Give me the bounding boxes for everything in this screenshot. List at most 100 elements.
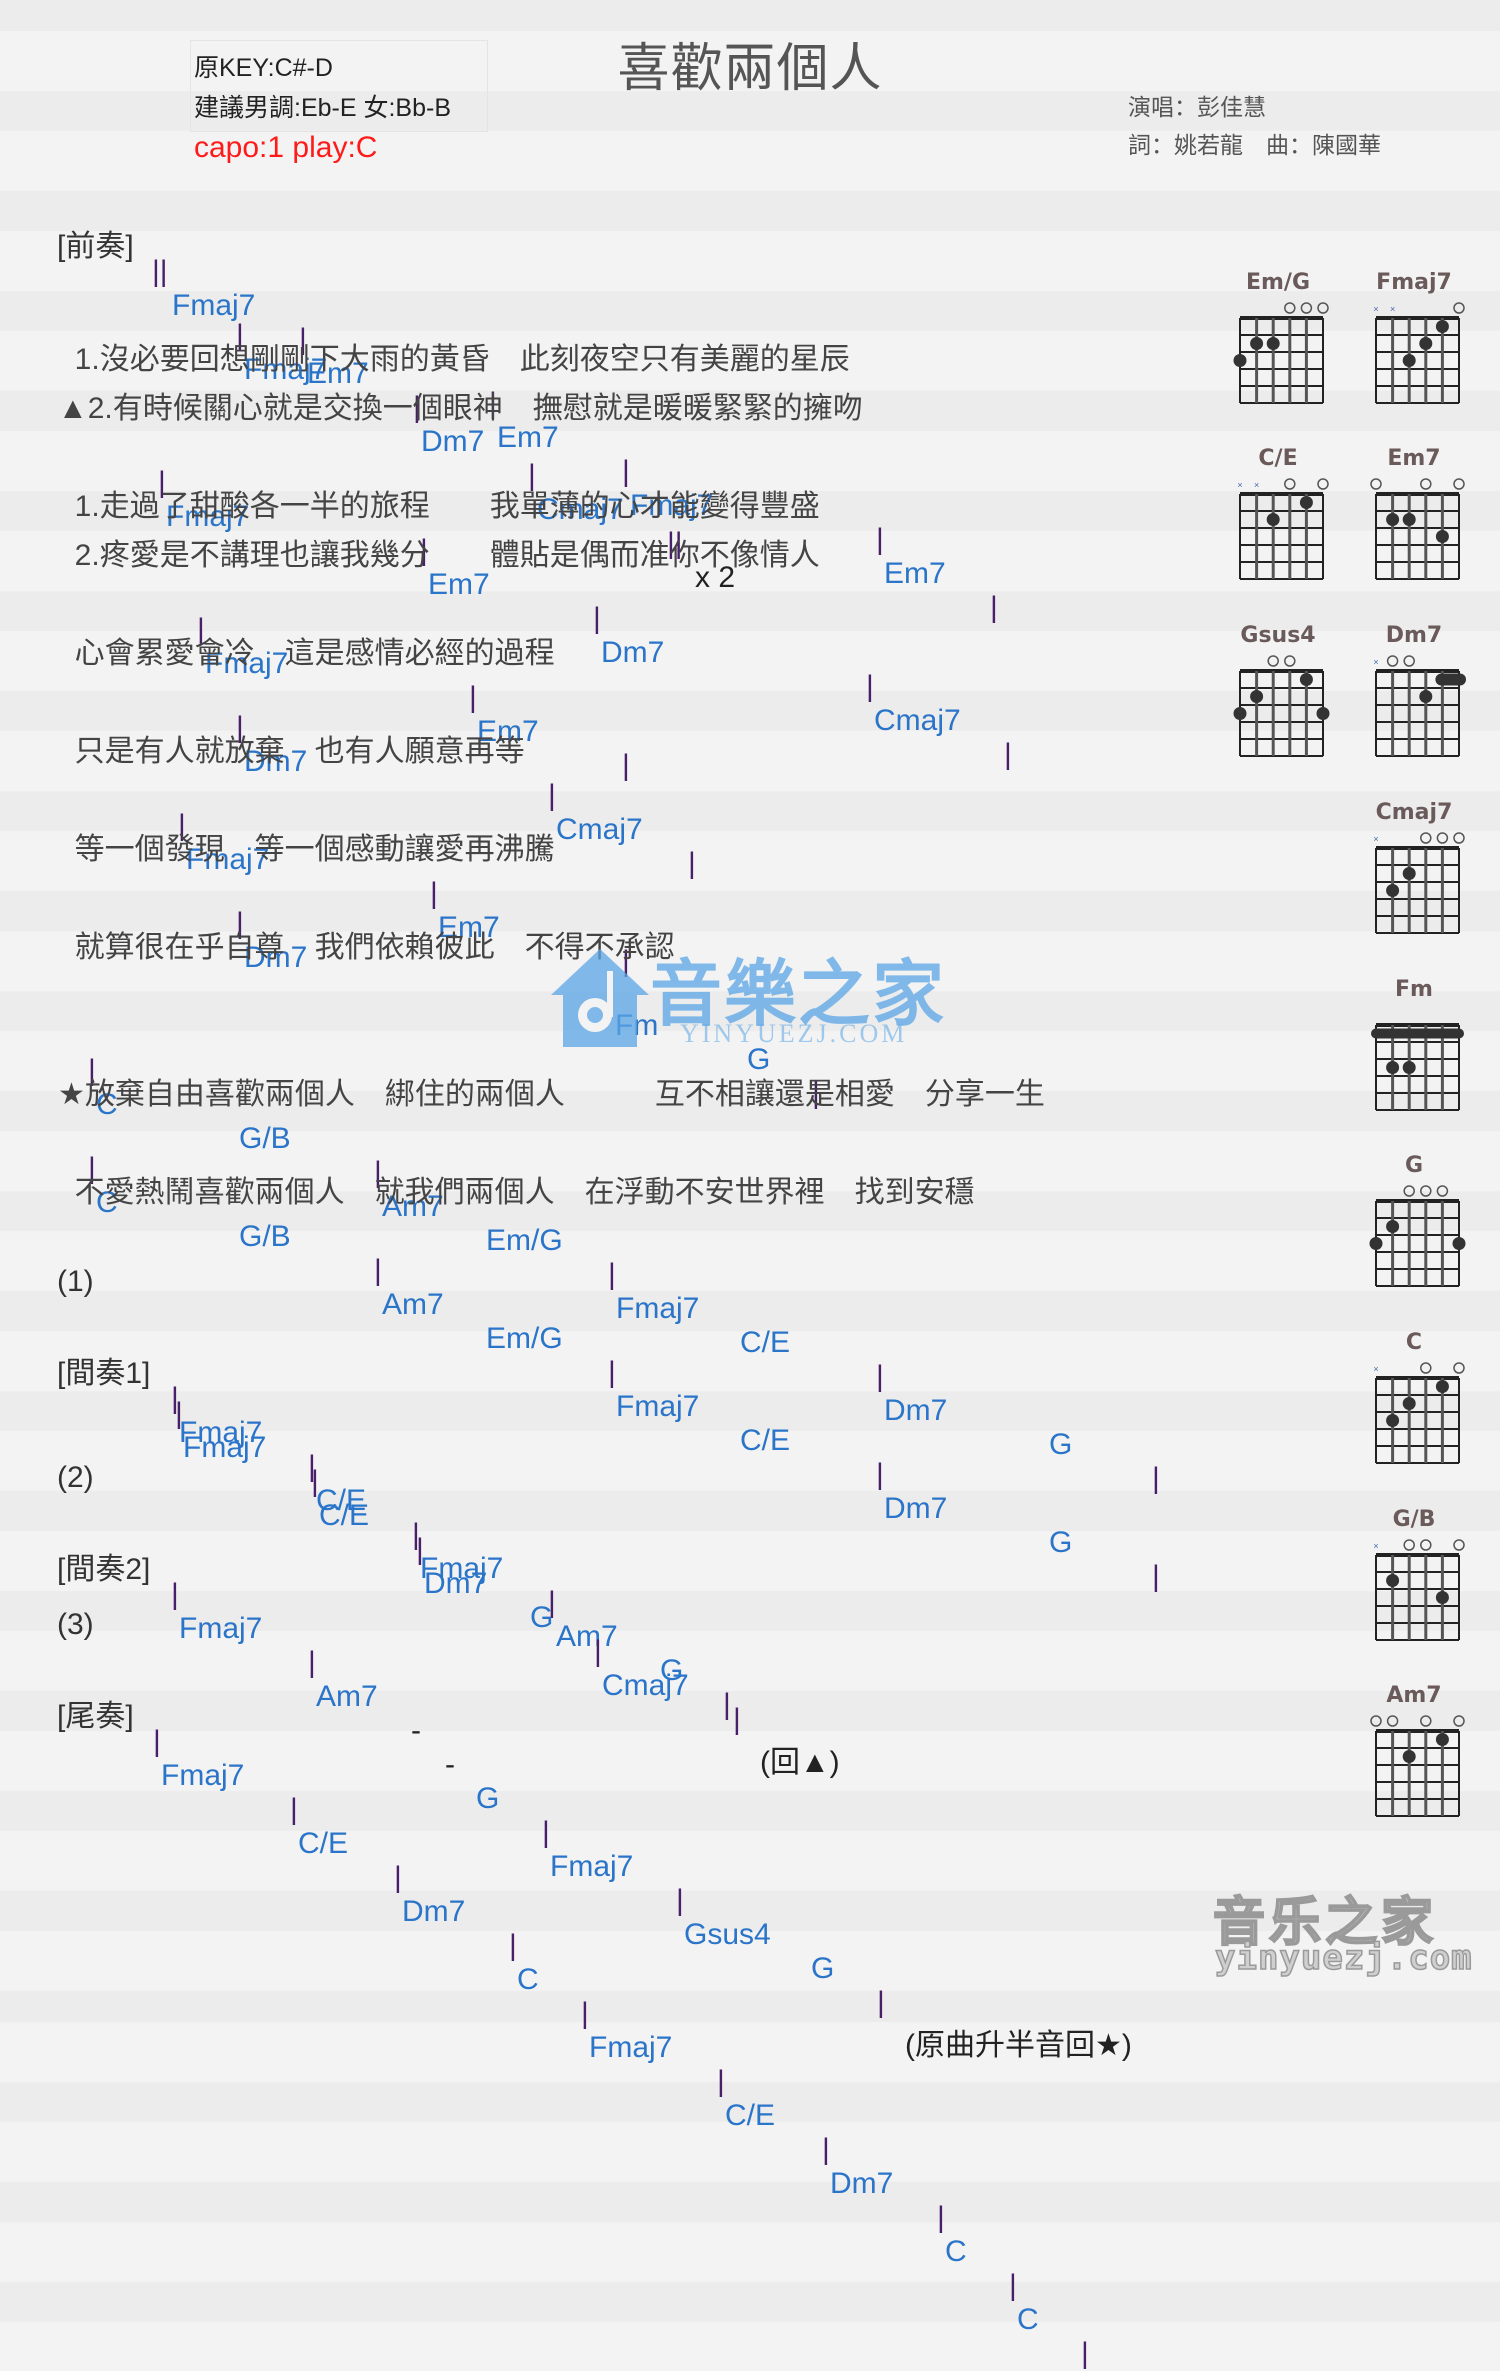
finger-dot bbox=[1386, 513, 1400, 526]
chord: Am7 bbox=[556, 1620, 618, 1653]
bar-line: | bbox=[469, 681, 477, 714]
bar-line: | bbox=[593, 602, 601, 635]
open-string-marker bbox=[1370, 478, 1382, 490]
fretboard-grid: × bbox=[1373, 655, 1466, 757]
fretboard-grid bbox=[1233, 655, 1330, 757]
finger-dot bbox=[1316, 707, 1330, 720]
chord: Em/G bbox=[486, 1322, 563, 1355]
chord: Fmaj7 bbox=[616, 1292, 700, 1325]
interlude1-label: [間奏1] bbox=[57, 1357, 151, 1390]
bar-line: | bbox=[1009, 2269, 1017, 2302]
finger-dot bbox=[1452, 1237, 1466, 1250]
muted-string-marker: × bbox=[1390, 304, 1395, 314]
bar-line: | bbox=[171, 1578, 179, 1611]
chord: Cmaj7 bbox=[602, 1669, 689, 1702]
watermark-url: YINYUEZJ.COM bbox=[680, 1019, 908, 1048]
open-string-marker bbox=[1284, 302, 1296, 314]
bar-line: | bbox=[688, 847, 696, 880]
open-string-marker bbox=[1386, 655, 1399, 667]
bar-line: | bbox=[416, 1533, 424, 1566]
open-string-marker bbox=[1420, 1362, 1432, 1374]
finger-dot bbox=[1402, 1750, 1416, 1763]
chord: Dm7 bbox=[830, 2167, 894, 2200]
chord-diagram-name: C bbox=[1405, 1330, 1423, 1355]
finger-dot bbox=[1299, 496, 1313, 509]
lyric-line: 心會累愛會冷 這是感情必經的過程 bbox=[58, 637, 555, 670]
chord: Dm7 bbox=[884, 1492, 948, 1525]
chord: G bbox=[1049, 1526, 1073, 1559]
section-marker: (2) bbox=[57, 1461, 94, 1494]
lyric-line: ▲2.有時候關心就是交換一個眼神 撫慰就是暖暖緊緊的擁吻 bbox=[58, 392, 863, 425]
open-string-marker bbox=[1453, 1362, 1465, 1374]
open-string-marker bbox=[1403, 655, 1415, 667]
bar-line: | bbox=[581, 1997, 589, 2030]
intro-open-bar: || bbox=[152, 255, 168, 288]
bar-line: | bbox=[990, 591, 998, 624]
bar-line: | bbox=[1081, 2337, 1089, 2370]
bar-line: | bbox=[608, 1258, 616, 1291]
fretboard-grid: × × bbox=[1237, 478, 1329, 580]
finger-dot bbox=[1233, 354, 1247, 367]
chord: Em/G bbox=[486, 1224, 563, 1257]
open-string-marker bbox=[1317, 302, 1329, 314]
chord-diagram-name: Cmaj7 bbox=[1375, 800, 1453, 825]
lyric-line: 只是有人就放棄 也有人願意再等 bbox=[58, 735, 525, 768]
finger-dot bbox=[1250, 690, 1264, 703]
chord: Am7 bbox=[382, 1288, 444, 1321]
chord: C bbox=[1017, 2303, 1039, 2336]
chord: G bbox=[530, 1601, 554, 1634]
chord: C/E bbox=[319, 1499, 370, 1532]
chord-diagram-name: Fmaj7 bbox=[1376, 270, 1452, 295]
bar-line: | bbox=[723, 1688, 731, 1721]
fretboard-grid: × bbox=[1373, 832, 1465, 934]
finger-dot bbox=[1402, 513, 1416, 526]
chord: Dm7 bbox=[424, 1567, 488, 1600]
fretboard-grid bbox=[1233, 302, 1329, 404]
muted-string-marker: × bbox=[1373, 657, 1378, 667]
open-string-marker bbox=[1453, 302, 1465, 314]
house-music-icon bbox=[551, 949, 649, 1047]
bar-line: | bbox=[1152, 1462, 1160, 1495]
open-string-marker bbox=[1436, 1185, 1449, 1197]
chord-diagram-name: Fm bbox=[1395, 977, 1433, 1002]
chord: Fmaj7 bbox=[550, 1850, 634, 1883]
open-string-marker bbox=[1453, 478, 1465, 490]
lyric-line: 2.疼愛是不講理也讓我幾分 體貼是偶而准你不像情人 bbox=[58, 539, 820, 572]
finger-dot bbox=[1299, 673, 1313, 686]
corner-watermark: 音乐之家 yinyuezj.com bbox=[1205, 1880, 1495, 1985]
outro-label: [尾奏] bbox=[57, 1700, 134, 1733]
finger-dot bbox=[1386, 1061, 1400, 1074]
bar-line: | bbox=[876, 1360, 884, 1393]
barre-marker bbox=[1371, 1028, 1464, 1039]
chord: Em7 bbox=[884, 557, 946, 590]
chord: G/B bbox=[239, 1122, 291, 1155]
chord: G bbox=[1049, 1428, 1073, 1461]
fretboard-grid: × × bbox=[1373, 302, 1465, 404]
chord: C bbox=[517, 1963, 539, 1996]
chord: Dm7 bbox=[421, 425, 485, 458]
intro-label: [前奏] bbox=[57, 230, 134, 263]
singer-credit: 演唱：彭佳慧 bbox=[1128, 94, 1266, 120]
chord: G bbox=[811, 1952, 835, 1985]
open-string-marker bbox=[1420, 1539, 1432, 1551]
bar-line: | bbox=[876, 1458, 884, 1491]
bar-line: | bbox=[308, 1646, 316, 1679]
lyric-line: 不愛熱鬧喜歡兩個人 就我們兩個人 在浮動不安世界裡 找到安穩 bbox=[58, 1176, 975, 1209]
chord-diagram-name: Am7 bbox=[1386, 1683, 1442, 1708]
bar-line: | bbox=[733, 1703, 741, 1736]
lyric-line: ★放棄自由喜歡兩個人 綁住的兩個人 互不相讓還是相愛 分享一生 bbox=[58, 1078, 1045, 1111]
section-marker: (1) bbox=[57, 1265, 94, 1298]
muted-string-marker: × bbox=[1237, 480, 1242, 490]
open-string-marker bbox=[1453, 1715, 1465, 1727]
bar-line: | bbox=[509, 1929, 517, 1962]
finger-dot bbox=[1386, 1574, 1400, 1587]
open-string-marker bbox=[1370, 1715, 1382, 1727]
finger-dot bbox=[1386, 1220, 1400, 1233]
chord: C/E bbox=[298, 1827, 349, 1860]
open-string-marker bbox=[1453, 1539, 1465, 1551]
finger-dot bbox=[1266, 337, 1280, 350]
chord: Fmaj7 bbox=[172, 289, 256, 322]
bar-line: | bbox=[676, 1884, 684, 1917]
finger-dot bbox=[1419, 337, 1433, 350]
barre-marker bbox=[1435, 673, 1466, 686]
